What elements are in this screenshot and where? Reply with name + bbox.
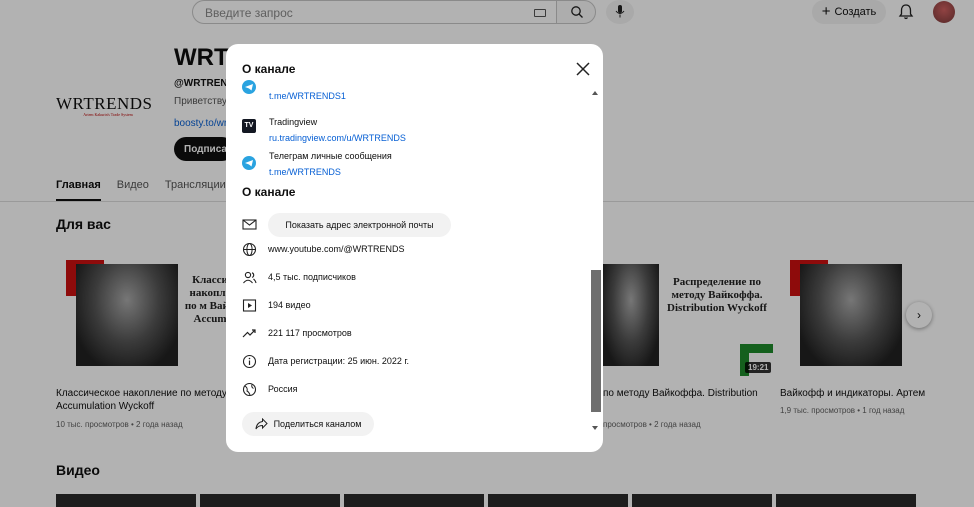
country-row: Россия	[242, 382, 542, 398]
scroll-up-arrow[interactable]	[592, 91, 598, 95]
country: Россия	[268, 384, 298, 394]
mail-icon	[242, 219, 257, 230]
views-row: 221 117 просмотров	[242, 326, 542, 342]
link-url[interactable]: t.me/WRTRENDS1	[269, 91, 346, 101]
link-url[interactable]: ru.tradingview.com/u/WRTRENDS	[269, 133, 406, 143]
link-item-telegram-dm[interactable]: Телеграм личные сообщения t.me/WRTRENDS	[242, 151, 572, 177]
website-row: www.youtube.com/@WRTRENDS	[242, 242, 542, 258]
telegram-icon	[242, 156, 256, 170]
show-email-button[interactable]: Показать адрес электронной почты	[268, 213, 451, 237]
globe-icon	[242, 382, 257, 397]
subscriber-count: 4,5 тыс. подписчиков	[268, 272, 356, 282]
globe-icon	[242, 242, 257, 257]
video-play-icon	[242, 299, 257, 312]
video-count: 194 видео	[268, 300, 311, 310]
link-name: Tradingview	[269, 117, 318, 127]
link-name: Телеграм личные сообщения	[269, 151, 392, 161]
email-row: Показать адрес электронной почты	[242, 213, 472, 237]
dialog-title: О канале	[242, 62, 296, 76]
share-channel-button[interactable]: Поделиться каналом	[242, 412, 374, 436]
about-heading: О канале	[242, 185, 296, 199]
view-count: 221 117 просмотров	[268, 328, 352, 338]
telegram-icon	[242, 80, 256, 94]
link-item-tradingview[interactable]: TV Tradingview ru.tradingview.com/u/WRTR…	[242, 117, 572, 143]
about-channel-dialog: О канале t.me/WRTRENDS1 TV Tradingview r…	[226, 44, 603, 452]
share-label: Поделиться каналом	[273, 419, 362, 429]
link-url[interactable]: t.me/WRTRENDS	[269, 167, 341, 177]
registration-date: Дата регистрации: 25 июн. 2022 г.	[268, 356, 410, 366]
website-url[interactable]: www.youtube.com/@WRTRENDS	[268, 244, 405, 254]
people-icon	[243, 271, 257, 284]
subscribers-row: 4,5 тыс. подписчиков	[242, 270, 542, 286]
scrollbar-thumb[interactable]	[591, 270, 601, 412]
tradingview-icon: TV	[242, 119, 256, 133]
link-item-telegram[interactable]: t.me/WRTRENDS1	[242, 80, 572, 103]
close-icon[interactable]	[574, 60, 592, 78]
share-icon	[255, 418, 268, 430]
registered-row: Дата регистрации: 25 июн. 2022 г.	[242, 354, 542, 370]
trending-up-icon	[242, 329, 256, 338]
info-icon	[242, 354, 257, 369]
videos-row: 194 видео	[242, 298, 542, 314]
scroll-down-arrow[interactable]	[592, 426, 598, 430]
